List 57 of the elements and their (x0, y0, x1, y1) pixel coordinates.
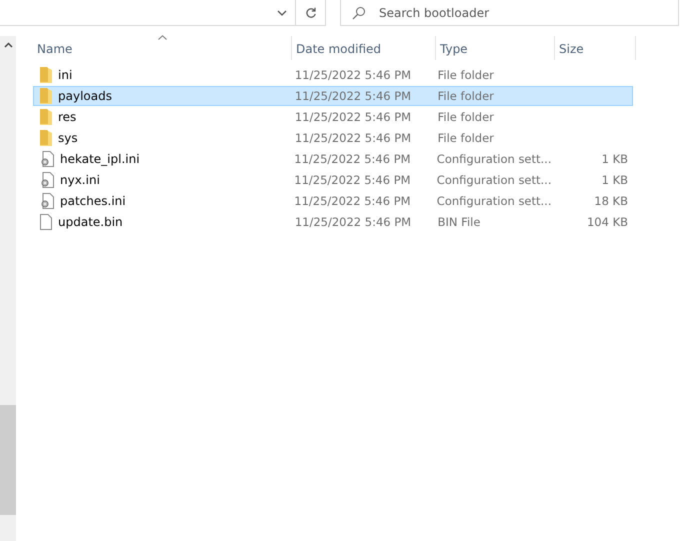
folder-icon (40, 109, 52, 125)
date-modified: 11/25/2022 5:46 PM (294, 110, 412, 124)
refresh-button[interactable] (296, 0, 326, 26)
settings-file-icon (40, 151, 54, 167)
file-name: hekate_ipl.ini (60, 152, 140, 166)
sort-caret-icon (158, 35, 167, 40)
file-row[interactable]: payloads 11/25/2022 5:46 PM File folder (33, 86, 633, 106)
file-size: 1 KB (602, 152, 628, 166)
file-size: 18 KB (594, 194, 628, 208)
file-size: 1 KB (602, 173, 628, 187)
scrollbar[interactable] (0, 36, 16, 541)
file-icon (40, 214, 52, 230)
file-name: update.bin (58, 215, 123, 229)
file-row[interactable]: hekate_ipl.ini 11/25/2022 5:46 PM Configuration sett... 1 KB (33, 149, 633, 169)
file-type: File folder (438, 89, 494, 103)
column-header[interactable]: Name (33, 36, 292, 60)
file-name: res (58, 110, 76, 124)
file-size: 104 KB (586, 215, 628, 229)
column-header[interactable]: Type (436, 36, 555, 60)
file-type: BIN File (438, 215, 480, 229)
file-name: ini (58, 68, 72, 82)
file-row[interactable]: update.bin 11/25/2022 5:46 PM BIN File 104 KB (33, 212, 633, 232)
file-row[interactable]: nyx.ini 11/25/2022 5:46 PM Configuration sett... 1 KB (33, 170, 633, 190)
file-name: nyx.ini (60, 173, 100, 187)
file-type: Configuration sett... (436, 173, 552, 187)
file-name: payloads (58, 89, 112, 103)
date-modified: 11/25/2022 5:46 PM (294, 131, 412, 145)
file-row[interactable]: patches.ini 11/25/2022 5:46 PM Configuration sett... 18 KB (33, 191, 633, 211)
date-modified: 11/25/2022 5:46 PM (294, 194, 411, 208)
folder-icon (40, 67, 52, 83)
folder-icon (40, 88, 52, 104)
date-modified: 11/25/2022 5:46 PM (294, 173, 411, 187)
date-modified: 11/25/2022 5:46 PM (294, 68, 412, 82)
column-header[interactable]: Size (555, 36, 636, 60)
file-type: File folder (438, 110, 494, 124)
file-type: File folder (438, 131, 494, 145)
file-type: Configuration sett... (436, 194, 552, 208)
date-modified: 11/25/2022 5:46 PM (294, 152, 411, 166)
date-modified: 11/25/2022 5:46 PM (294, 215, 412, 229)
file-type: Configuration sett... (436, 152, 552, 166)
scroll-thumb[interactable] (0, 405, 16, 515)
refresh-icon (304, 6, 316, 18)
settings-file-icon (40, 193, 54, 209)
file-name: patches.ini (60, 194, 126, 208)
file-row[interactable]: ini 11/25/2022 5:46 PM File folder (33, 65, 633, 85)
column-header[interactable]: Date modified (292, 36, 436, 60)
file-row[interactable]: res 11/25/2022 5:46 PM File folder (33, 107, 633, 127)
search-icon (352, 6, 366, 20)
search-field[interactable]: Search bootloader (340, 0, 679, 26)
scroll-up-icon[interactable] (4, 42, 12, 48)
file-type: File folder (438, 68, 494, 82)
file-row[interactable]: sys 11/25/2022 5:46 PM File folder (33, 128, 633, 148)
date-modified: 11/25/2022 5:46 PM (294, 89, 412, 103)
folder-icon (40, 130, 52, 146)
settings-file-icon (40, 172, 54, 188)
file-name: sys (58, 131, 78, 145)
chevron-down-icon[interactable] (277, 10, 287, 16)
